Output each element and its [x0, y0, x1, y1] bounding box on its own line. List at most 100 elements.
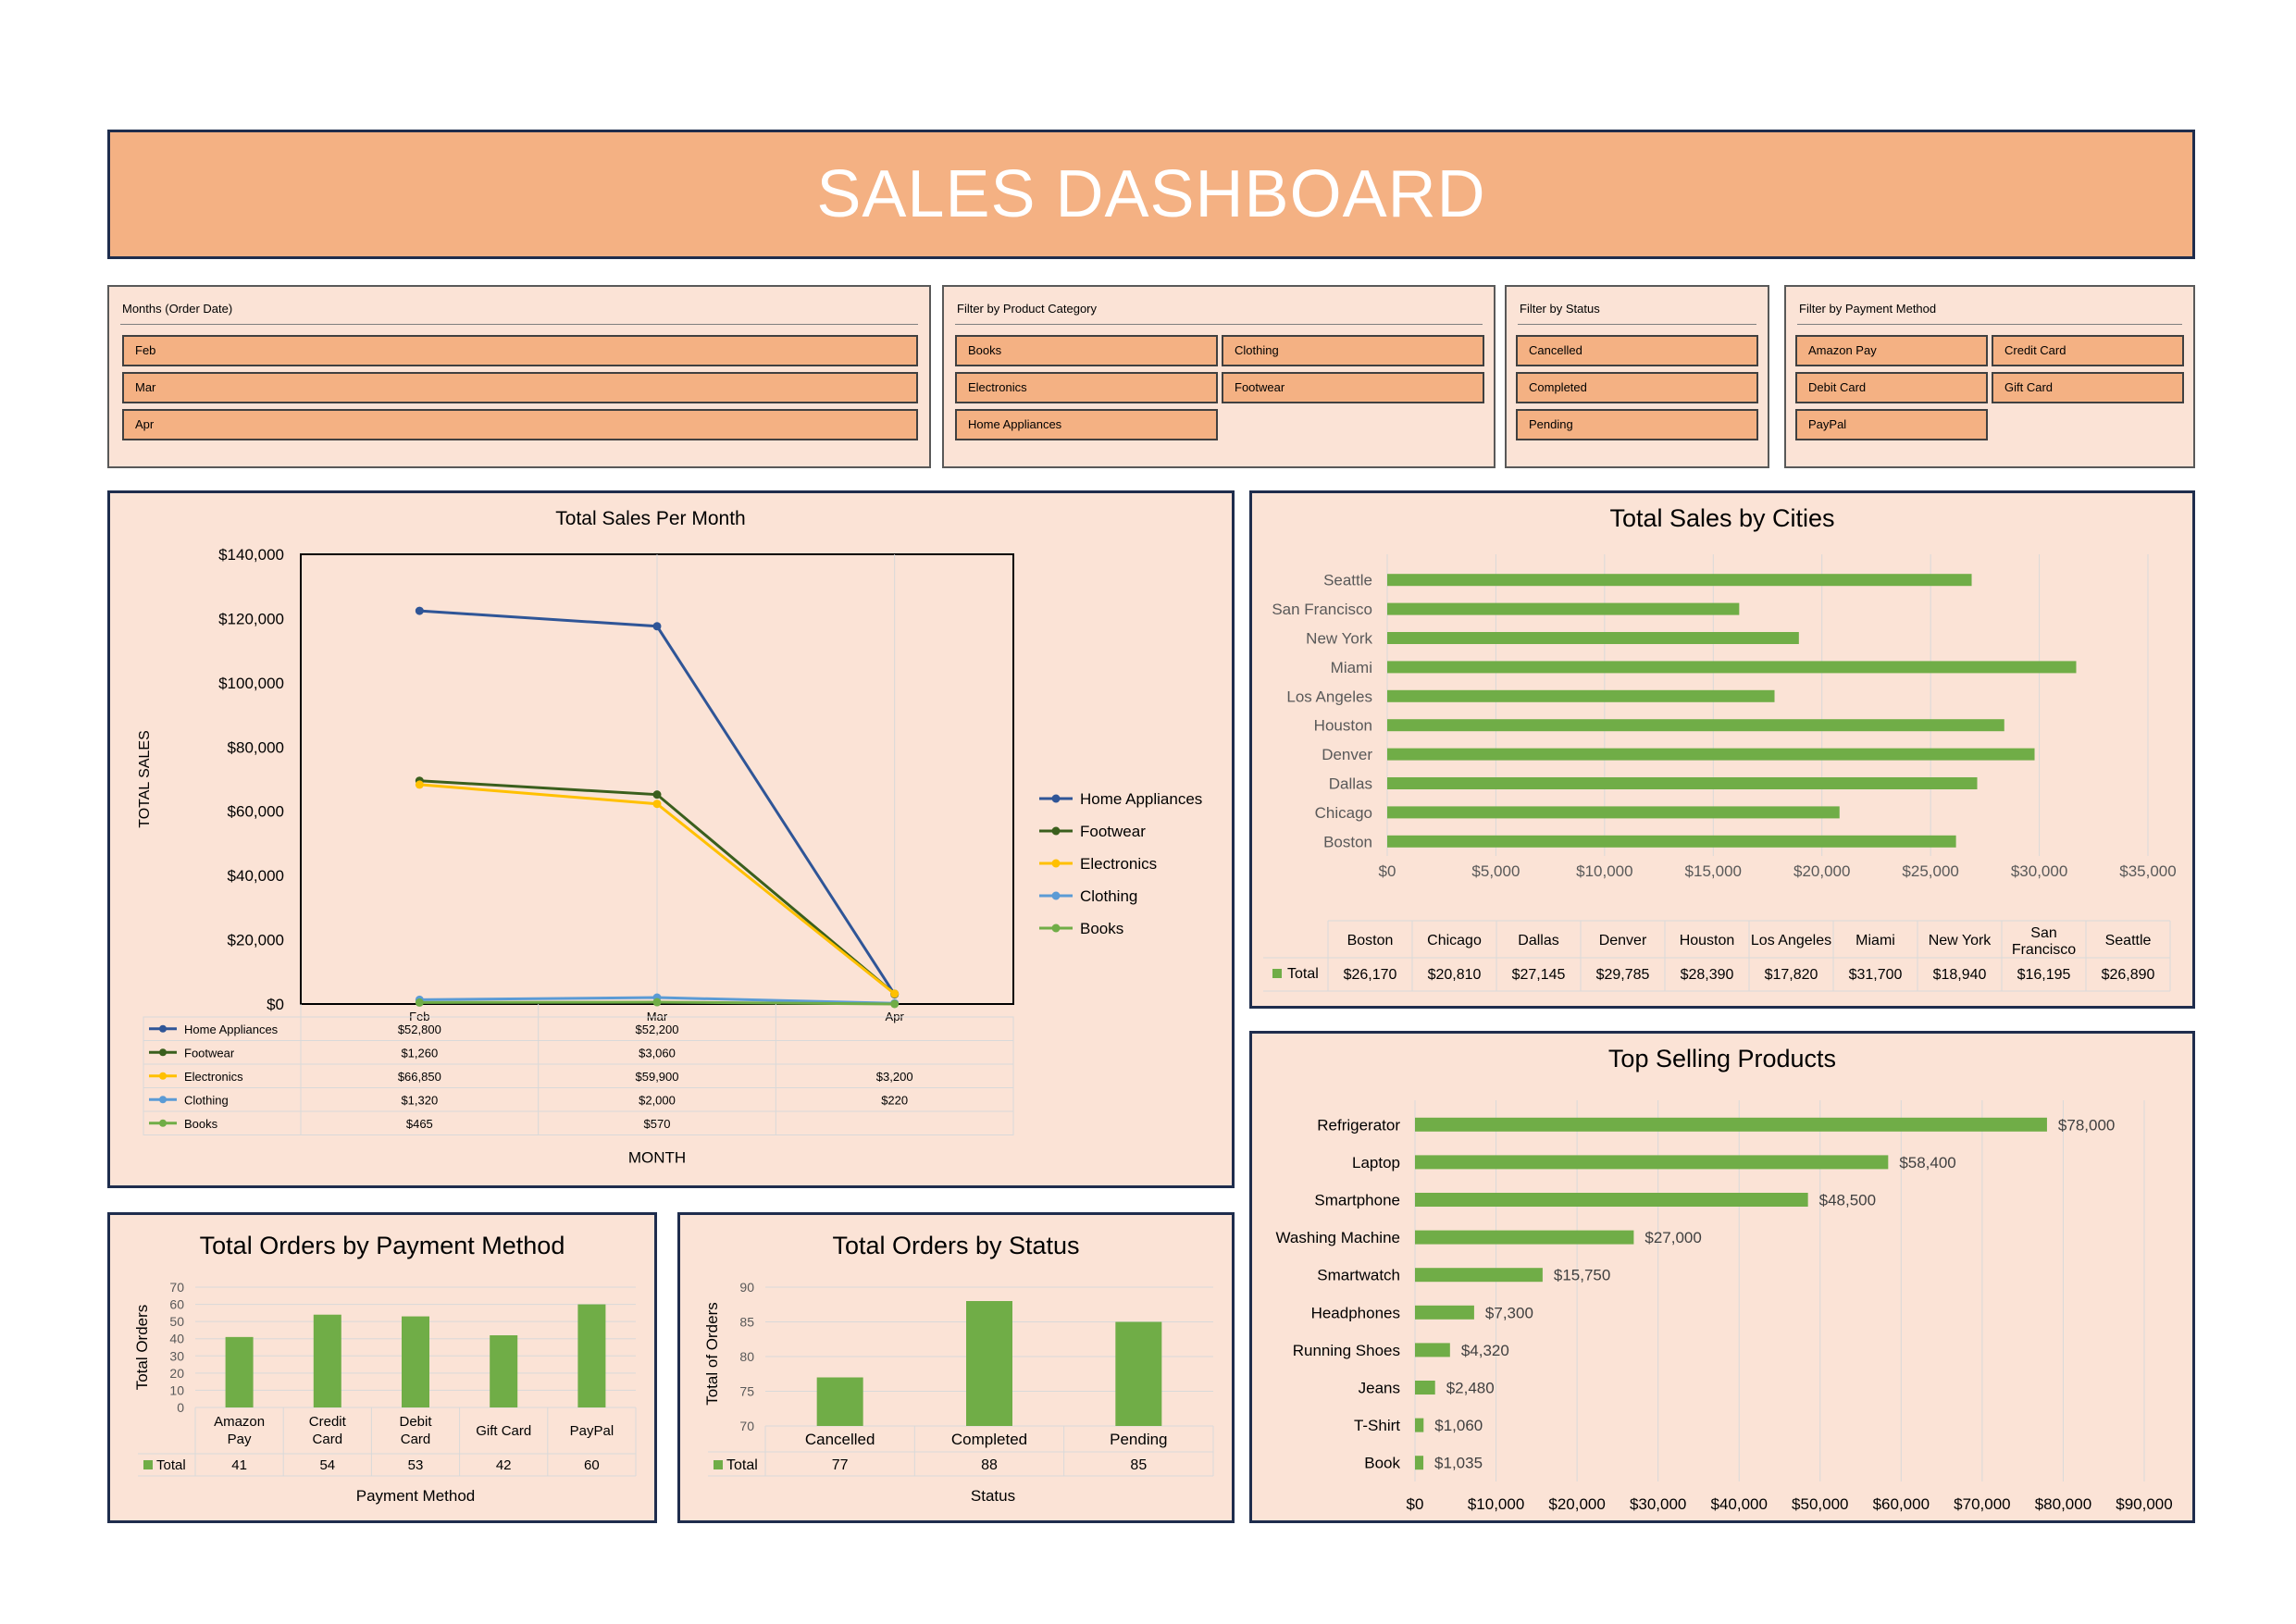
- table-cell-value: $66,850: [398, 1070, 441, 1084]
- y-tick-label: $60,000: [228, 803, 284, 821]
- table-row-label: Total: [726, 1457, 758, 1473]
- slicer-item-debit-card[interactable]: Debit Card: [1795, 372, 1988, 403]
- y-tick-label: 50: [169, 1314, 184, 1329]
- bar-paypal: [577, 1304, 606, 1407]
- data-label: $27,000: [1644, 1229, 1701, 1246]
- table-cell-value: $27,145: [1512, 967, 1566, 983]
- data-point-electronics: [890, 989, 900, 998]
- slicer-item-books[interactable]: Books: [955, 335, 1218, 366]
- table-cell-value: $465: [406, 1117, 433, 1131]
- category-label: Running Shoes: [1293, 1342, 1400, 1359]
- bar-running-shoes: [1415, 1343, 1450, 1357]
- table-legend-key: [143, 1460, 153, 1469]
- table-row-label: Total: [156, 1457, 186, 1473]
- data-point-electronics: [652, 800, 662, 809]
- slicer-payment-label: Filter by Payment Method: [1797, 298, 2182, 325]
- table-cell-value: 54: [319, 1457, 335, 1473]
- y-tick-label: 85: [739, 1315, 754, 1330]
- bar-chicago: [1387, 806, 1840, 819]
- bar-credit-card: [313, 1314, 341, 1407]
- x-tick-label: $15,000: [1685, 862, 1742, 880]
- data-label: $48,500: [1819, 1192, 1876, 1209]
- table-cell-value: $3,200: [876, 1070, 913, 1084]
- slicer-payment: Filter by Payment Method Amazon Pay Cred…: [1784, 285, 2195, 468]
- table-cell-value: $52,800: [398, 1023, 441, 1036]
- slicer-item-completed[interactable]: Completed: [1516, 372, 1758, 403]
- table-header: Los Angeles: [1751, 933, 1831, 948]
- category-label: Book: [1364, 1455, 1400, 1472]
- table-header: New York: [1929, 933, 1992, 948]
- table-cell-value: $1,320: [401, 1093, 438, 1107]
- slicer-item-apr[interactable]: Apr: [122, 409, 918, 440]
- y-axis-label: Total of Orders: [703, 1302, 721, 1406]
- category-label: San Francisco: [1272, 601, 1372, 618]
- legend-marker-home-appliances: [1051, 794, 1061, 803]
- table-header: San: [2030, 925, 2056, 941]
- bar-smartphone: [1415, 1193, 1808, 1207]
- x-tick-label: $40,000: [1710, 1495, 1767, 1513]
- table-cell-value: $52,200: [636, 1023, 679, 1036]
- data-point-footwear: [652, 790, 662, 800]
- x-tick-label: $20,000: [1793, 862, 1850, 880]
- slicer-item-feb[interactable]: Feb: [122, 335, 918, 366]
- category-label: Smartphone: [1314, 1192, 1400, 1209]
- table-legend-marker: [159, 1072, 167, 1080]
- slicer-item-paypal[interactable]: PayPal: [1795, 409, 1988, 440]
- legend-marker-electronics: [1051, 859, 1061, 868]
- x-tick-label: $20,000: [1548, 1495, 1605, 1513]
- bar-new-york: [1387, 632, 1799, 644]
- slicer-item-home-appliances[interactable]: Home Appliances: [955, 409, 1218, 440]
- legend-marker-books: [1051, 924, 1061, 933]
- y-axis-label: TOTAL SALES: [137, 730, 153, 828]
- bar-san-francisco: [1387, 602, 1740, 615]
- table-legend-marker: [159, 1096, 167, 1104]
- x-tick-label: $30,000: [1630, 1495, 1686, 1513]
- category-label: Houston: [1314, 717, 1372, 735]
- bar-headphones: [1415, 1305, 1474, 1320]
- table-cell-value: $3,060: [639, 1046, 676, 1060]
- bar-completed: [966, 1301, 1012, 1426]
- bar-pending: [1115, 1321, 1162, 1426]
- x-tick-label: $0: [1379, 862, 1396, 880]
- y-tick-label: 60: [169, 1297, 184, 1312]
- table-header: Gift Card: [476, 1423, 531, 1439]
- data-label: $15,750: [1554, 1267, 1610, 1284]
- x-tick-label: $90,000: [2116, 1495, 2172, 1513]
- slicer-item-mar[interactable]: Mar: [122, 372, 918, 403]
- x-tick-label: $30,000: [2011, 862, 2067, 880]
- slicer-item-cancelled[interactable]: Cancelled: [1516, 335, 1758, 366]
- chart-sales-per-month: Total Sales Per Month $0 $20,000 $40,000 $60…: [137, 508, 1202, 1167]
- y-tick-label: $120,000: [218, 610, 284, 627]
- category-label: Refrigerator: [1317, 1116, 1400, 1134]
- table-cell-value: 77: [832, 1457, 849, 1473]
- dashboard-title-banner: SALES DASHBOARD: [107, 130, 2195, 259]
- table-cell-value: $20,810: [1428, 967, 1482, 983]
- data-label: $78,000: [2058, 1116, 2115, 1134]
- bar-dallas: [1387, 777, 1978, 789]
- table-header: Houston: [1680, 933, 1735, 948]
- table-cell-value: $18,940: [1933, 967, 1987, 983]
- table-cell-value: 41: [231, 1457, 247, 1473]
- y-tick-label: $0: [267, 996, 284, 1013]
- slicer-item-electronics[interactable]: Electronics: [955, 372, 1218, 403]
- x-tick-label: $25,000: [1902, 862, 1958, 880]
- category-label: Seattle: [1323, 572, 1372, 589]
- slicer-months-label: Months (Order Date): [120, 298, 918, 325]
- category-label: Laptop: [1352, 1154, 1400, 1172]
- slicer-item-amazon-pay[interactable]: Amazon Pay: [1795, 335, 1988, 366]
- slicer-item-credit-card[interactable]: Credit Card: [1992, 335, 2184, 366]
- slicer-item-gift-card[interactable]: Gift Card: [1992, 372, 2184, 403]
- x-tick-label: $0: [1407, 1495, 1424, 1513]
- chart-orders-by-payment: Total Orders by Payment Method 0 1020 30 40 5…: [133, 1232, 637, 1505]
- slicer-item-clothing[interactable]: Clothing: [1222, 335, 1484, 366]
- table-cell-value: $570: [644, 1117, 671, 1131]
- slicer-item-footwear[interactable]: Footwear: [1222, 372, 1484, 403]
- slicer-item-pending[interactable]: Pending: [1516, 409, 1758, 440]
- y-tick-label: $140,000: [218, 546, 284, 564]
- y-tick-label: 20: [169, 1366, 184, 1381]
- y-tick-label: $40,000: [228, 867, 284, 885]
- data-point-books: [890, 999, 900, 1009]
- category-label: Dallas: [1329, 775, 1372, 793]
- bar-t-shirt: [1415, 1418, 1424, 1432]
- chart-title: Total Sales Per Month: [555, 508, 745, 529]
